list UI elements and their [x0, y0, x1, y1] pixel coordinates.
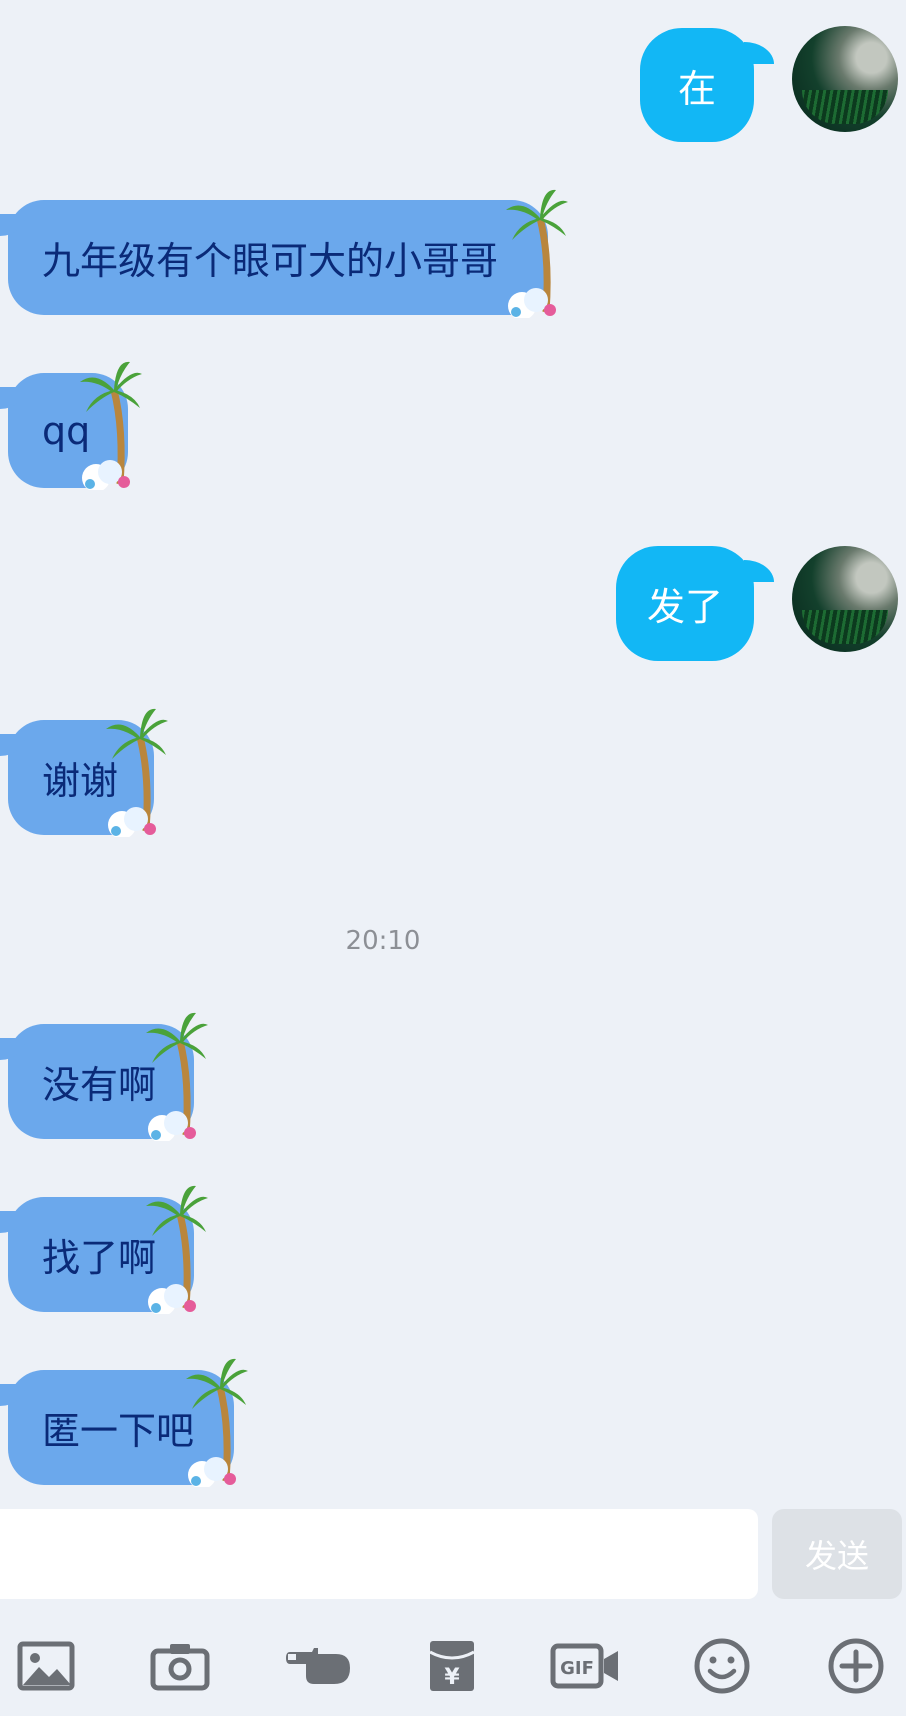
incoming-message[interactable]: 九年级有个眼可大的小哥哥: [0, 200, 548, 315]
chat-area[interactable]: 在 九年级有个眼可大的小哥哥 qq 发了 谢谢 20:10 没有啊 找了啊 匿一…: [0, 0, 906, 1505]
toolbar: ¥ GIF: [0, 1614, 906, 1716]
send-button-label: 发送: [804, 1537, 869, 1575]
message-text: 九年级有个眼可大的小哥哥: [42, 239, 499, 283]
composer: 发送: [0, 1505, 906, 1605]
plus-icon[interactable]: [824, 1636, 888, 1696]
gif-label: GIF: [560, 1658, 594, 1679]
send-button[interactable]: 发送: [772, 1509, 902, 1599]
bubble-tail: [744, 42, 774, 64]
palm-tree-decoration: [80, 361, 142, 490]
message-timestamp: 20:10: [345, 926, 421, 956]
palm-tree-decoration: [106, 708, 168, 837]
avatar[interactable]: [792, 546, 898, 652]
message-text: 在: [677, 66, 716, 111]
palm-tree-decoration: [186, 1358, 248, 1487]
palm-tree-decoration: [146, 1185, 208, 1314]
message-text: 没有啊: [42, 1063, 157, 1107]
gif-icon[interactable]: GIF: [550, 1636, 622, 1696]
outgoing-message[interactable]: 在: [640, 28, 754, 142]
message-text: 发了: [646, 585, 723, 629]
palm-tree-decoration: [506, 189, 568, 318]
poke-icon[interactable]: [284, 1636, 354, 1696]
palm-tree-decoration: [146, 1012, 208, 1141]
camera-icon[interactable]: [148, 1636, 212, 1696]
message-text: 找了啊: [42, 1236, 157, 1280]
red-packet-icon[interactable]: ¥: [420, 1636, 484, 1696]
bubble-tail: [744, 560, 774, 582]
message-input[interactable]: [0, 1509, 758, 1599]
emoji-icon[interactable]: [690, 1636, 754, 1696]
avatar[interactable]: [792, 26, 898, 132]
image-icon[interactable]: [14, 1636, 78, 1696]
message-text: 匿一下吧: [42, 1409, 195, 1453]
red-packet-symbol: ¥: [444, 1665, 460, 1690]
outgoing-message[interactable]: 发了: [616, 546, 754, 661]
